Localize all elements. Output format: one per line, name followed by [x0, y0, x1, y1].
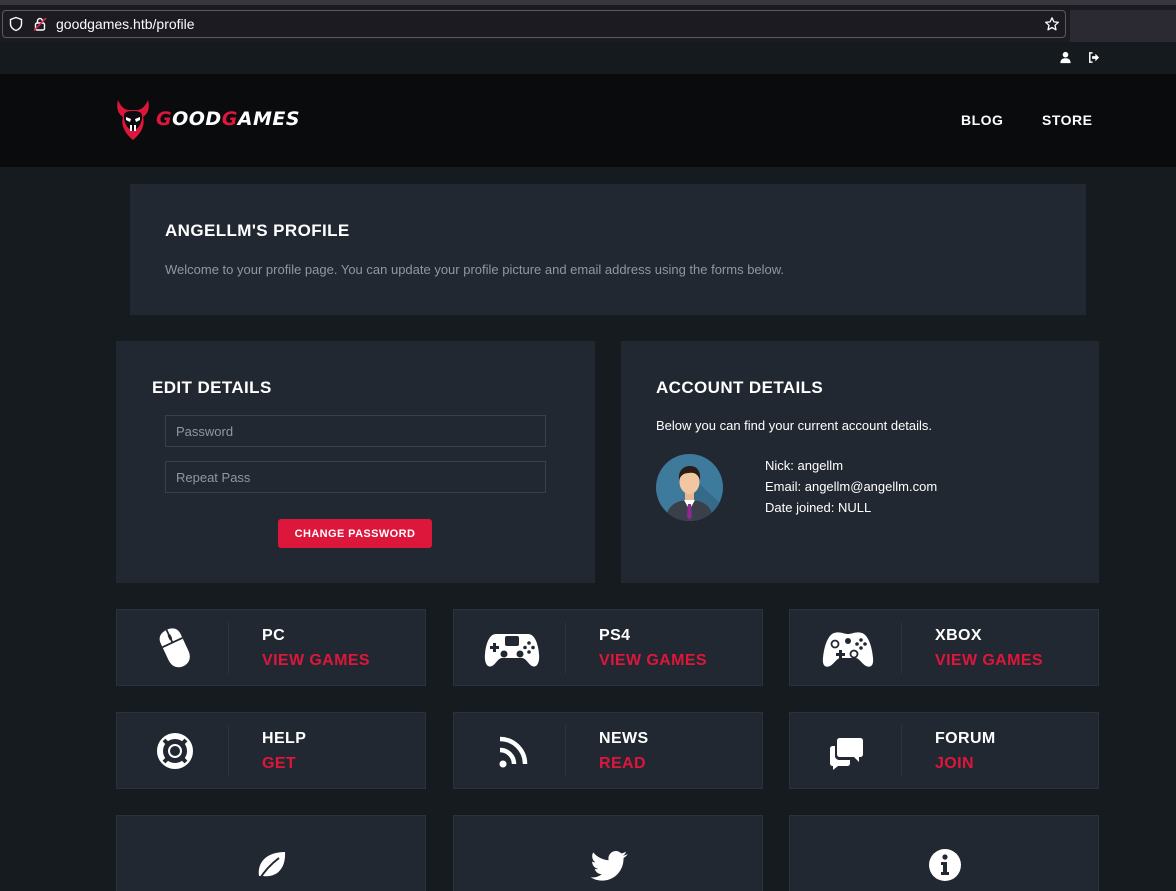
- insecure-lock-icon[interactable]: [32, 16, 48, 32]
- tile-divider: [228, 622, 229, 674]
- tile-divider: [565, 622, 566, 674]
- repeat-password-input[interactable]: Repeat Pass: [165, 461, 546, 493]
- info-icon: [929, 849, 961, 881]
- tile-action-link[interactable]: GET: [262, 755, 296, 773]
- xbox-controller-icon: [822, 632, 874, 667]
- tile-action-link[interactable]: VIEW GAMES: [935, 652, 1043, 670]
- tile-title: NEWS: [599, 730, 649, 747]
- tile-bottom-twitter[interactable]: [453, 815, 763, 891]
- profile-description: Welcome to your profile page. You can up…: [165, 262, 785, 277]
- user-icon[interactable]: [1059, 51, 1072, 64]
- leaf-icon: [258, 852, 286, 881]
- demon-logo-icon: [117, 100, 149, 140]
- tile-action-link[interactable]: READ: [599, 755, 646, 773]
- logout-icon[interactable]: [1087, 51, 1100, 64]
- edit-details-title: EDIT DETAILS: [152, 378, 272, 397]
- twitter-icon: [590, 851, 628, 881]
- account-details-title: ACCOUNT DETAILS: [656, 378, 824, 397]
- tile-divider: [565, 725, 566, 777]
- password-input[interactable]: Password: [165, 415, 546, 447]
- lifebuoy-icon: [157, 733, 193, 769]
- tile-action-link[interactable]: VIEW GAMES: [599, 652, 707, 670]
- chat-icon: [830, 738, 863, 770]
- account-details-panel: ACCOUNT DETAILS Below you can find your …: [621, 341, 1099, 583]
- change-password-button[interactable]: CHANGE PASSWORD: [278, 519, 432, 548]
- account-nick: Nick: angellm: [765, 458, 844, 473]
- bookmark-star-icon[interactable]: [1044, 16, 1060, 32]
- avatar: [656, 454, 723, 521]
- tile-title: PC: [262, 627, 286, 644]
- tile-bottom-leaf[interactable]: [116, 815, 426, 891]
- nav-link-store[interactable]: STORE: [1042, 112, 1092, 128]
- site-logo[interactable]: GOODGAMES: [114, 98, 300, 144]
- toolbar-extension-area: [1070, 10, 1176, 42]
- page-title: ANGELLM'S PROFILE: [165, 221, 350, 240]
- tile-help[interactable]: HELP GET: [116, 712, 426, 789]
- address-bar[interactable]: goodgames.htb/profile: [2, 10, 1066, 38]
- account-email: Email: angellm@angellm.com: [765, 479, 938, 494]
- tile-forum[interactable]: FORUM JOIN: [789, 712, 1099, 789]
- shield-icon[interactable]: [8, 16, 24, 32]
- main-navbar: GOODGAMES BLOG STORE: [0, 74, 1176, 167]
- tile-news[interactable]: NEWS READ: [453, 712, 763, 789]
- edit-details-panel: EDIT DETAILS Password Repeat Pass CHANGE…: [116, 341, 595, 583]
- nav-link-blog[interactable]: BLOG: [961, 112, 1003, 128]
- browser-toolbar: goodgames.htb/profile: [0, 0, 1176, 42]
- tile-divider: [901, 725, 902, 777]
- top-utility-bar: [0, 42, 1176, 74]
- account-details-subtitle: Below you can find your current account …: [656, 418, 933, 433]
- logo-wordmark: GOODGAMES: [156, 108, 301, 130]
- tile-bottom-info[interactable]: [789, 815, 1099, 891]
- tile-ps4[interactable]: PS4 VIEW GAMES: [453, 609, 763, 686]
- tile-title: XBOX: [935, 627, 982, 644]
- tile-action-link[interactable]: VIEW GAMES: [262, 652, 370, 670]
- rss-icon: [499, 736, 528, 768]
- tile-divider: [901, 622, 902, 674]
- tile-divider: [228, 725, 229, 777]
- tile-pc[interactable]: PC VIEW GAMES: [116, 609, 426, 686]
- tile-title: FORUM: [935, 730, 996, 747]
- tile-action-link[interactable]: JOIN: [935, 755, 974, 773]
- tile-xbox[interactable]: XBOX VIEW GAMES: [789, 609, 1099, 686]
- tile-title: HELP: [262, 730, 307, 747]
- ps4-controller-icon: [484, 634, 540, 667]
- mouse-icon: [159, 628, 190, 668]
- tile-title: PS4: [599, 627, 631, 644]
- url-text[interactable]: goodgames.htb/profile: [56, 16, 195, 32]
- account-date-joined: Date joined: NULL: [765, 500, 872, 515]
- profile-header-panel: ANGELLM'S PROFILE Welcome to your profil…: [130, 184, 1086, 315]
